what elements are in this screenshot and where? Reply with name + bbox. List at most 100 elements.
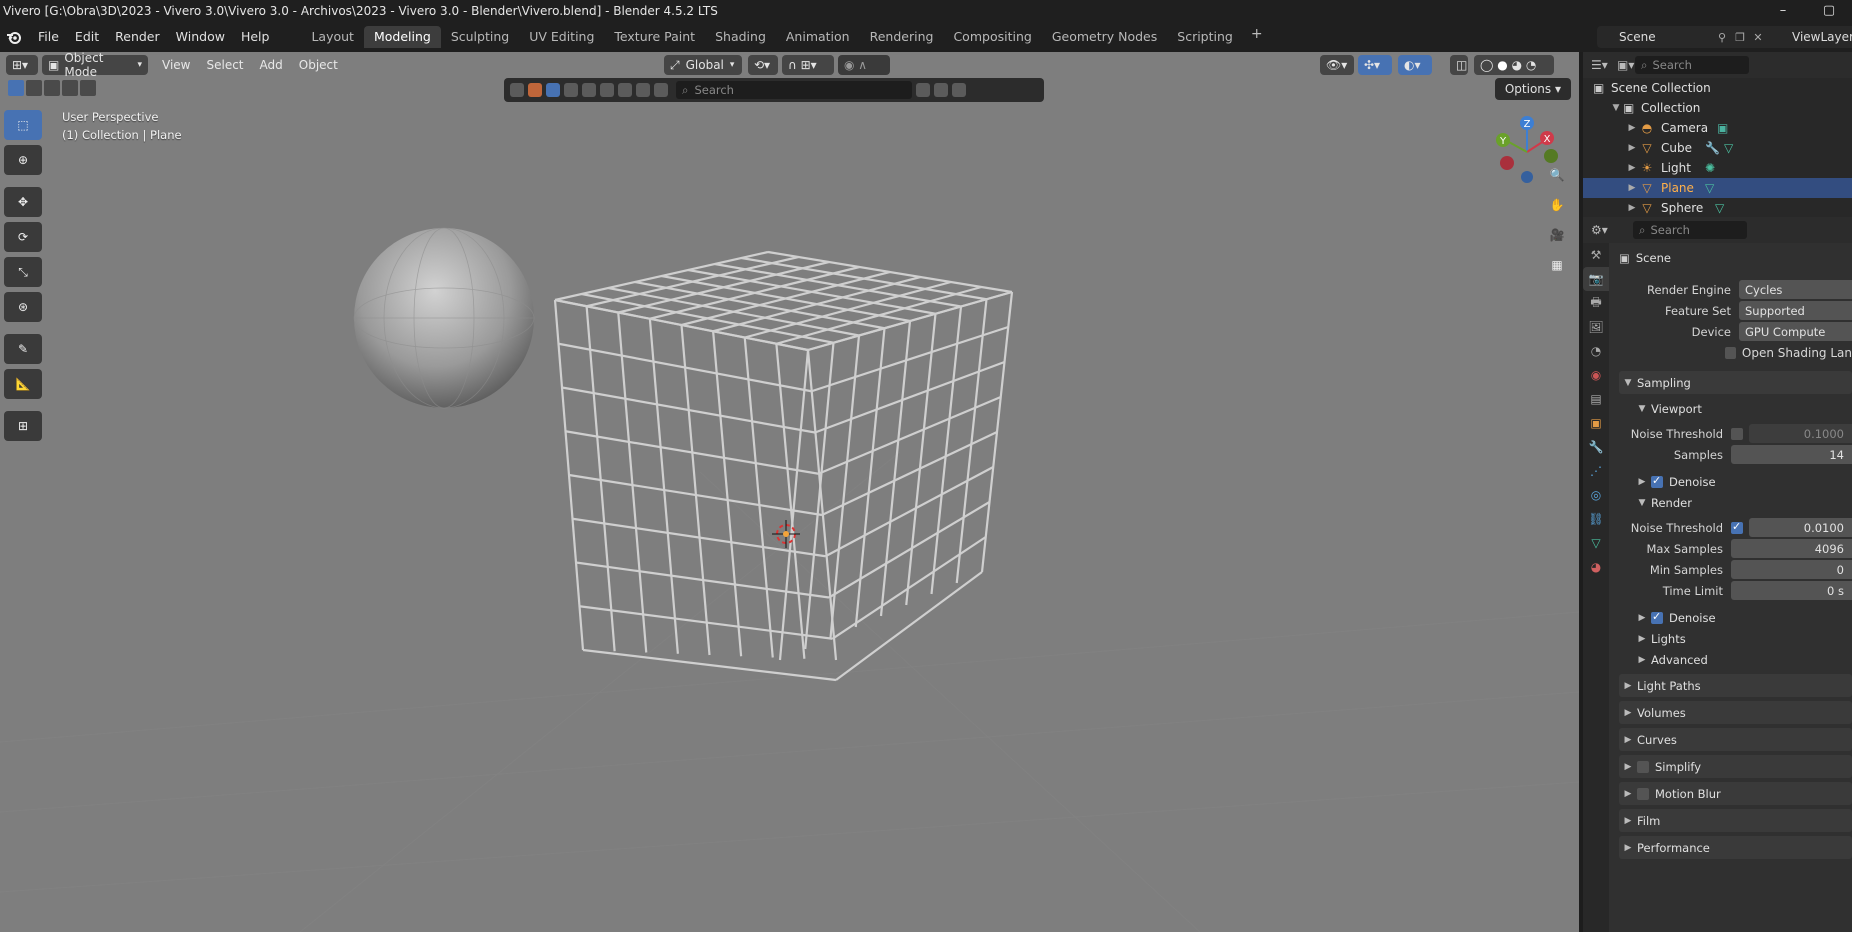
constraints-tab-icon[interactable]: ⛓ bbox=[1583, 507, 1609, 531]
curves-panel-header[interactable]: ▶ Curves bbox=[1619, 728, 1852, 751]
funnel-icon[interactable] bbox=[952, 83, 966, 97]
outliner-item-cube[interactable]: ▶ ▽ Cube 🔧 ▽ bbox=[1583, 138, 1852, 158]
particles-tab-icon[interactable]: ⋰ bbox=[1583, 459, 1609, 483]
menu-help[interactable]: Help bbox=[233, 26, 278, 48]
snap-icon[interactable]: ∩ ⊞▾ bbox=[782, 55, 834, 75]
wireframe-shading-icon[interactable]: ◯ bbox=[1480, 58, 1493, 72]
viewport-search-input[interactable]: ⌕ Search bbox=[676, 81, 912, 99]
rotate-tool-icon[interactable]: ⟳ bbox=[4, 222, 42, 252]
mesh-data-icon[interactable]: ▽ bbox=[1715, 201, 1724, 215]
modifier-tab-icon[interactable]: 🔧 bbox=[1583, 435, 1609, 459]
add-workspace-button[interactable]: + bbox=[1243, 26, 1271, 48]
properties-search-input[interactable]: ⌕ Search bbox=[1633, 221, 1747, 239]
xray-icon[interactable]: ◫ bbox=[1450, 55, 1468, 75]
max-samples-field[interactable]: 4096 bbox=[1731, 539, 1852, 558]
tab-rendering[interactable]: Rendering bbox=[860, 26, 944, 48]
menu-render[interactable]: Render bbox=[107, 26, 168, 48]
data-tab-icon[interactable]: ▽ bbox=[1583, 531, 1609, 555]
modifier-wrench-icon[interactable]: 🔧 bbox=[1705, 141, 1720, 155]
rendered-shading-icon[interactable]: ◔ bbox=[1526, 58, 1536, 72]
menu-edit[interactable]: Edit bbox=[67, 26, 107, 48]
render-noise-threshold-field[interactable]: 0.0100 bbox=[1749, 518, 1852, 537]
render-engine-dropdown[interactable]: Cycles bbox=[1739, 280, 1852, 299]
light-data-icon[interactable]: ✺ bbox=[1705, 161, 1715, 175]
feature-set-dropdown[interactable]: Supported bbox=[1739, 301, 1852, 320]
world-tab-icon[interactable]: ◉ bbox=[1583, 363, 1609, 387]
viewport-subpanel-header[interactable]: ▼ Viewport bbox=[1619, 398, 1852, 419]
3d-viewport[interactable]: Z X Y ⊞▾ ▣ Object Mode ▾ View Select Add… bbox=[0, 52, 1579, 932]
outliner-editor-type-icon[interactable]: ☰▾ bbox=[1591, 58, 1608, 72]
sort-icon[interactable] bbox=[934, 83, 948, 97]
properties-editor-type-icon[interactable]: ⚙▾ bbox=[1591, 223, 1608, 237]
object-tab-icon[interactable]: ▣ bbox=[1583, 411, 1609, 435]
tab-compositing[interactable]: Compositing bbox=[943, 26, 1041, 48]
tab-animation[interactable]: Animation bbox=[776, 26, 860, 48]
editor-type-icon[interactable]: ⊞▾ bbox=[6, 55, 38, 75]
add-cube-tool-icon[interactable]: ⊞ bbox=[4, 411, 42, 441]
outliner-item-light[interactable]: ▶ ☀ Light ✺ bbox=[1583, 158, 1852, 178]
filter-icon-7[interactable] bbox=[654, 83, 668, 97]
outliner-item-plane[interactable]: ▶ ▽ Plane ▽ bbox=[1583, 178, 1852, 198]
display-mode-icon[interactable]: ▣▾ bbox=[1617, 58, 1634, 72]
color-icon[interactable] bbox=[528, 83, 542, 97]
filter-icon-4[interactable] bbox=[600, 83, 614, 97]
cube-object[interactable] bbox=[553, 250, 1014, 682]
render-tab-icon[interactable]: 📷 bbox=[1583, 267, 1609, 291]
chevron-down-icon[interactable]: ▼ bbox=[1609, 103, 1623, 113]
menu-add[interactable]: Add bbox=[252, 55, 291, 75]
filter-icon-1[interactable] bbox=[546, 83, 560, 97]
viewport-denoise-row[interactable]: ▶ Denoise bbox=[1619, 471, 1852, 492]
volumes-panel-header[interactable]: ▶ Volumes bbox=[1619, 701, 1852, 724]
pin-icon[interactable]: ⚲ bbox=[1713, 31, 1731, 44]
gizmo-toggle-icon[interactable]: ✣▾ bbox=[1358, 55, 1392, 75]
filter-icon-5[interactable] bbox=[618, 83, 632, 97]
chevron-right-icon[interactable]: ▶ bbox=[1625, 123, 1639, 133]
tab-texture-paint[interactable]: Texture Paint bbox=[604, 26, 705, 48]
maximize-button[interactable]: ▢ bbox=[1806, 0, 1852, 22]
simplify-panel-header[interactable]: ▶ Simplify bbox=[1619, 755, 1852, 778]
select-intersect-icon[interactable] bbox=[80, 80, 96, 96]
tab-geometry-nodes[interactable]: Geometry Nodes bbox=[1042, 26, 1167, 48]
tab-scripting[interactable]: Scripting bbox=[1167, 26, 1243, 48]
tool-tab-icon[interactable]: ⚒ bbox=[1583, 243, 1609, 267]
proportional-edit-icon[interactable]: ◉ ∧ bbox=[838, 55, 890, 75]
select-subtract-icon[interactable] bbox=[44, 80, 60, 96]
solid-shading-icon[interactable]: ● bbox=[1497, 58, 1507, 72]
performance-panel-header[interactable]: ▶ Performance bbox=[1619, 836, 1852, 859]
visibility-icon[interactable]: 👁▾ bbox=[1320, 55, 1354, 75]
transform-tool-icon[interactable]: ⊛ bbox=[4, 292, 42, 322]
chevron-right-icon[interactable]: ▶ bbox=[1625, 143, 1639, 153]
scene-selector[interactable]: Scene ⚲ ❐ ✕ bbox=[1597, 26, 1767, 48]
view-layer-tab-icon[interactable]: 🖼 bbox=[1583, 315, 1609, 339]
select-box-tool-icon[interactable]: ⬚ bbox=[4, 110, 42, 140]
pivot-point-icon[interactable]: ⟲▾ bbox=[748, 55, 778, 75]
render-denoise-row[interactable]: ▶ Denoise bbox=[1619, 607, 1852, 628]
min-samples-field[interactable]: 0 bbox=[1731, 560, 1852, 579]
move-tool-icon[interactable]: ✥ bbox=[4, 187, 42, 217]
bookmark-icon[interactable] bbox=[916, 83, 930, 97]
render-denoise-checkbox[interactable] bbox=[1651, 610, 1663, 624]
collection-row[interactable]: ▼ ▣ Collection bbox=[1583, 98, 1852, 118]
filter-icon-2[interactable] bbox=[564, 83, 578, 97]
minimize-button[interactable]: – bbox=[1760, 0, 1806, 22]
render-subpanel-header[interactable]: ▼ Render bbox=[1619, 492, 1852, 513]
annotate-tool-icon[interactable]: ✎ bbox=[4, 334, 42, 364]
select-invert-icon[interactable] bbox=[62, 80, 78, 96]
zoom-icon[interactable]: 🔍 bbox=[1544, 162, 1570, 188]
blender-logo-icon[interactable] bbox=[4, 27, 24, 47]
menu-select[interactable]: Select bbox=[198, 55, 251, 75]
overlay-toggle-icon[interactable]: ◐▾ bbox=[1398, 55, 1432, 75]
new-scene-icon[interactable]: ❐ bbox=[1731, 31, 1749, 44]
scene-tab-icon[interactable]: ◔ bbox=[1583, 339, 1609, 363]
viewport-noise-threshold-field[interactable]: 0.1000 bbox=[1749, 424, 1852, 443]
ortho-toggle-icon[interactable]: ▦ bbox=[1544, 252, 1570, 278]
osl-checkbox[interactable] bbox=[1725, 346, 1736, 359]
chevron-right-icon[interactable]: ▶ bbox=[1625, 163, 1639, 173]
mesh-data-icon[interactable]: ▽ bbox=[1705, 181, 1714, 195]
outliner-search-input[interactable]: ⌕ Search bbox=[1635, 56, 1749, 74]
time-limit-field[interactable]: 0 s bbox=[1731, 581, 1852, 600]
filter-icon-3[interactable] bbox=[582, 83, 596, 97]
light-paths-panel-header[interactable]: ▶ Light Paths bbox=[1619, 674, 1852, 697]
collection-tab-icon[interactable]: ▤ bbox=[1583, 387, 1609, 411]
material-tab-icon[interactable]: ◕ bbox=[1583, 555, 1609, 579]
